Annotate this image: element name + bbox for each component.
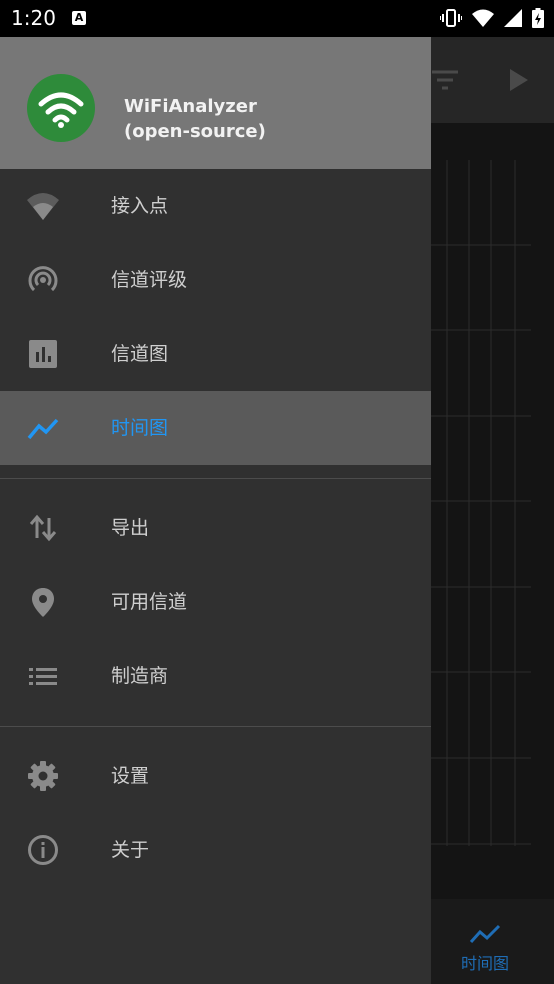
menu-item-channel-rating[interactable]: 信道评级 (0, 243, 431, 317)
menu-item-settings[interactable]: 设置 (0, 739, 431, 813)
navigation-drawer: WiFiAnalyzer (open-source) 接入点 信道评级 信道图 … (0, 37, 431, 984)
menu-item-label: 信道评级 (111, 269, 188, 291)
app-name: WiFiAnalyzer (open-source) (124, 94, 266, 144)
status-icons (440, 7, 544, 29)
export-icon (29, 514, 57, 542)
status-bar: 1:20 A (0, 0, 554, 37)
app-name-line1: WiFiAnalyzer (124, 96, 257, 117)
menu-divider (0, 726, 431, 727)
menu-item-label: 导出 (111, 517, 150, 539)
gear-icon (28, 761, 58, 791)
menu-item-label: 设置 (111, 765, 150, 787)
menu-item-label: 可用信道 (111, 591, 188, 613)
channel-rating-icon (28, 266, 58, 292)
list-icon (29, 668, 57, 685)
drawer-header: WiFiAnalyzer (open-source) (0, 37, 431, 169)
menu-item-label: 信道图 (111, 343, 169, 365)
wifi-status-icon (472, 9, 494, 27)
menu-divider (0, 478, 431, 479)
app-name-line2: (open-source) (124, 121, 266, 142)
drawer-menu: 接入点 信道评级 信道图 时间图 导出 可用信道 制造商 设置 关于 (0, 169, 431, 887)
menu-item-export[interactable]: 导出 (0, 491, 431, 565)
menu-item-available-channels[interactable]: 可用信道 (0, 565, 431, 639)
bottom-tab-label: 时间图 (460, 954, 509, 973)
app-logo-icon (27, 74, 95, 142)
info-icon (28, 835, 58, 865)
location-pin-icon (32, 588, 54, 617)
bar-chart-icon (29, 340, 57, 368)
filter-icon[interactable] (432, 69, 458, 91)
time-graph-grid (431, 160, 531, 846)
menu-item-about[interactable]: 关于 (0, 813, 431, 887)
bottom-tab-time-graph[interactable]: 时间图 (438, 924, 532, 974)
menu-item-time-graph[interactable]: 时间图 (0, 391, 431, 465)
menu-item-vendors[interactable]: 制造商 (0, 639, 431, 713)
menu-item-label: 时间图 (111, 417, 169, 439)
menu-item-label: 制造商 (111, 665, 169, 687)
status-time: 1:20 (11, 6, 56, 30)
play-icon[interactable] (510, 69, 528, 91)
menu-item-channel-graph[interactable]: 信道图 (0, 317, 431, 391)
timeline-icon (27, 418, 59, 440)
battery-icon (532, 8, 544, 28)
wifi-icon (27, 193, 59, 220)
signal-icon (504, 9, 522, 27)
notification-icon: A (72, 11, 86, 25)
menu-item-label: 接入点 (111, 195, 169, 217)
timeline-icon (469, 924, 501, 944)
menu-item-access-points[interactable]: 接入点 (0, 169, 431, 243)
vibrate-icon (440, 9, 462, 27)
menu-item-label: 关于 (111, 839, 150, 861)
